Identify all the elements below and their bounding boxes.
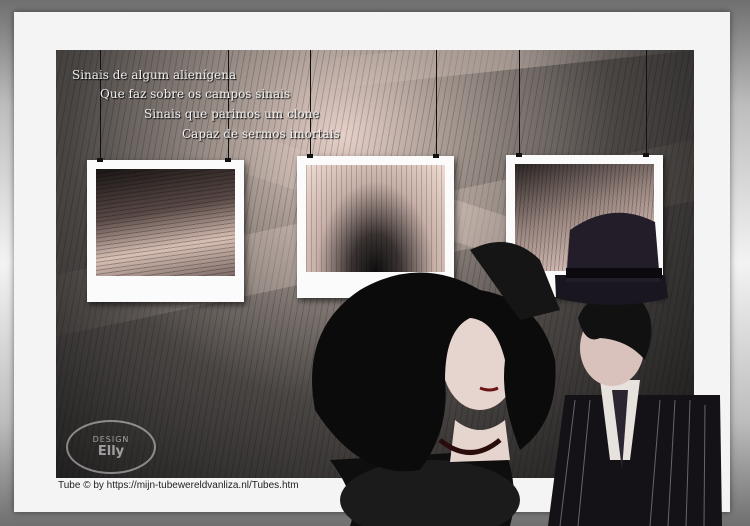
man-figure xyxy=(548,212,722,526)
couple-figures xyxy=(312,212,722,526)
tube-credit: Tube © by https://mijn-tubewereldvanliza… xyxy=(58,480,299,491)
woman-figure xyxy=(312,242,560,526)
